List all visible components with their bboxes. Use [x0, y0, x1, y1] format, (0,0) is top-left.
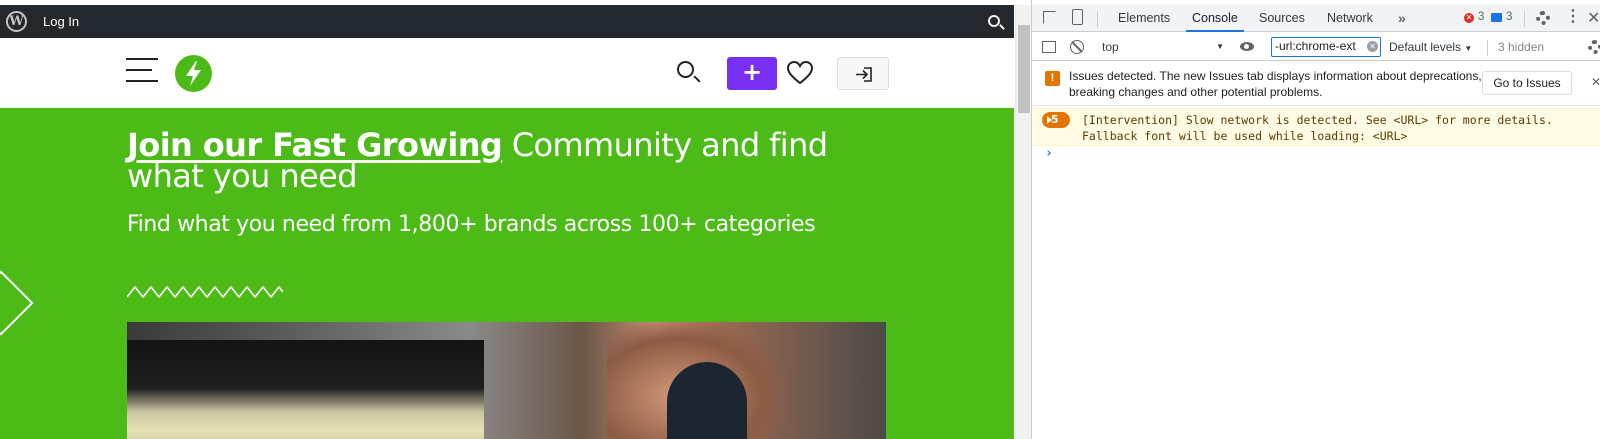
console-settings-gear-icon[interactable] [1588, 40, 1600, 54]
context-selector[interactable]: top [1088, 38, 1232, 56]
go-to-issues-button[interactable]: Go to Issues [1482, 71, 1572, 95]
header-search-icon[interactable] [677, 61, 694, 78]
more-tabs-icon[interactable]: » [1398, 10, 1406, 26]
error-icon[interactable]: ✕ [1464, 13, 1474, 23]
hidden-messages-count: 3 hidden [1498, 40, 1545, 54]
zigzag-divider [127, 285, 283, 299]
close-devtools-icon[interactable]: ✕ [1587, 8, 1600, 28]
tab-elements[interactable]: Elements [1112, 4, 1176, 32]
error-count[interactable]: 3 [1478, 11, 1484, 23]
live-expression-eye-icon[interactable] [1240, 42, 1254, 51]
device-toolbar-icon[interactable] [1072, 9, 1083, 25]
filter-clear-icon[interactable]: ✕ [1367, 41, 1378, 52]
page-scrollbar-thumb[interactable] [1018, 25, 1030, 113]
hero-photo [127, 322, 886, 439]
issues-warning-icon: ! [1045, 71, 1060, 86]
more-options-icon[interactable]: ⋮ [1565, 9, 1581, 25]
login-arrow-icon [856, 67, 872, 82]
admin-bar-login-link[interactable]: Log In [43, 14, 79, 29]
issues-banner-text: Issues detected. The new Issues tab disp… [1069, 69, 1482, 99]
devtools-panel: Elements Console Sources Network » ✕ 3 3… [1031, 0, 1600, 439]
repeat-count-badge: 5 [1042, 112, 1070, 128]
admin-bar-search-icon[interactable] [988, 15, 1000, 27]
console-filter-input[interactable]: -url:chrome-ext [1271, 37, 1381, 57]
lightning-bolt-icon [186, 61, 201, 86]
wordpress-logo-icon[interactable]: W [6, 11, 27, 32]
wordpress-admin-bar: W Log In [0, 5, 1014, 38]
show-sidebar-icon[interactable] [1042, 41, 1056, 53]
hero-title: Join our Fast Growing Community and find… [127, 129, 897, 192]
hero-subtitle: Find what you need from 1,800+ brands ac… [127, 212, 816, 237]
site-header: + [0, 38, 1014, 108]
console-warning-message[interactable]: 5 [Intervention] Slow network is detecte… [1032, 108, 1600, 146]
photo-supplement-bag [127, 340, 484, 439]
message-icon[interactable] [1491, 13, 1502, 22]
warning-message-text: [Intervention] Slow network is detected.… [1082, 113, 1553, 143]
hero-section: Join our Fast Growing Community and find… [0, 108, 1014, 439]
tab-sources[interactable]: Sources [1253, 4, 1311, 32]
site-logo[interactable] [175, 55, 212, 92]
message-count[interactable]: 3 [1506, 11, 1512, 23]
login-button[interactable] [837, 57, 889, 90]
tab-console[interactable]: Console [1186, 4, 1244, 32]
add-listing-button[interactable]: + [727, 57, 777, 90]
menu-hamburger-icon[interactable] [126, 58, 158, 84]
clear-console-icon[interactable] [1070, 40, 1084, 54]
console-prompt-icon[interactable]: › [1045, 146, 1053, 161]
log-levels-dropdown[interactable]: Default levels ▼ [1389, 38, 1472, 56]
chevron-down-icon: ▼ [1464, 44, 1473, 53]
inspect-element-icon[interactable] [1043, 11, 1056, 24]
issues-banner-close-icon[interactable]: ✕ [1591, 75, 1600, 89]
issues-banner: ! Issues detected. The new Issues tab di… [1032, 62, 1600, 106]
website-viewport: W Log In + Join our Fast Growing Communi… [0, 0, 1014, 439]
console-toolbar: top -url:chrome-ext ✕ Default levels ▼ 3… [1032, 33, 1600, 61]
devtools-tab-bar: Elements Console Sources Network » ✕ 3 3… [1032, 4, 1600, 32]
log-levels-label: Default levels [1389, 40, 1462, 54]
settings-gear-icon[interactable] [1536, 11, 1550, 25]
page-scrollbar[interactable] [1015, 5, 1031, 439]
decorative-diamond-shape [0, 270, 34, 336]
favorites-heart-icon[interactable] [786, 60, 814, 86]
tab-network[interactable]: Network [1321, 4, 1379, 32]
